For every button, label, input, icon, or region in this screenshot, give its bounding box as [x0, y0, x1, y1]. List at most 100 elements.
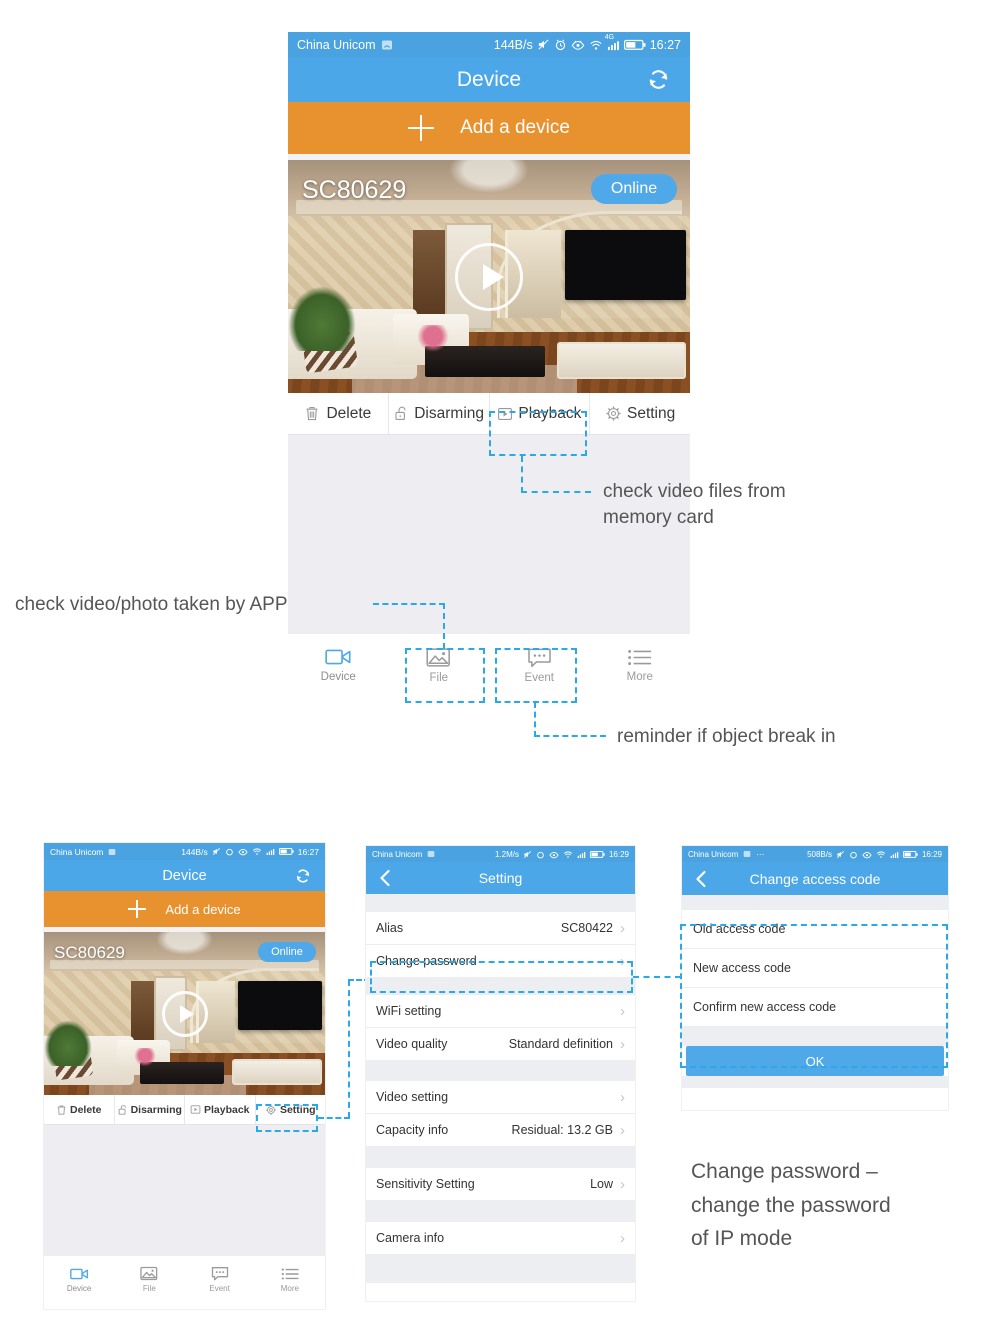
disarming-label: Disarming	[414, 404, 484, 422]
chevron-right-icon-capacity: ›	[620, 1121, 625, 1139]
list-gap-4	[366, 1201, 635, 1222]
nav-bar-4: Change access code	[682, 862, 948, 895]
tab-device-label-2: Device	[66, 1283, 92, 1293]
eye-icon-2	[238, 848, 248, 856]
status-bar: China Unicom 144B/s 4G 16:27	[288, 32, 690, 57]
video-camera-icon-2	[69, 1268, 88, 1279]
status-badge-2: Online	[258, 942, 316, 962]
carrier-label: China Unicom	[297, 37, 376, 52]
delete-label-2: Delete	[69, 1103, 102, 1116]
playback-highlight-box	[489, 411, 587, 456]
camera-preview-2[interactable]: SC80629 Online	[44, 932, 325, 1095]
trash-icon	[306, 407, 318, 421]
network-type-label: 4G	[604, 33, 615, 41]
sim-icon-4	[743, 851, 751, 857]
tab-event-label-2: Event	[209, 1284, 230, 1293]
setting-row-sensitivity[interactable]: Sensitivity Setting Low ›	[366, 1168, 635, 1201]
page-title-2: Device	[162, 867, 207, 884]
page-title-3: Setting	[478, 870, 523, 886]
status-bar-2: China Unicom 144B/s 16:27	[44, 843, 325, 860]
setting-row-wifi-label: WiFi setting	[376, 1004, 442, 1018]
bottom-tab-bar: Device File Event More	[288, 633, 690, 691]
setting-row-video-quality[interactable]: Video quality Standard definition ›	[366, 1028, 635, 1061]
delete-label: Delete	[326, 404, 372, 422]
tab-more[interactable]: More	[590, 639, 691, 691]
chevron-right-icon-alias: ›	[620, 919, 625, 937]
device-name-label-2: SC80629	[54, 943, 125, 962]
play-box-icon-2	[190, 1105, 201, 1114]
tab-event-2[interactable]: Event	[185, 1260, 255, 1299]
camera-preview[interactable]: SC80629 Online	[288, 160, 690, 393]
delete-button[interactable]: Delete	[288, 393, 389, 434]
ellipsis-icon: ⋯	[756, 849, 766, 859]
setting-row-video-setting[interactable]: Video setting ›	[366, 1081, 635, 1114]
playback-leader-horizontal	[521, 491, 591, 493]
setting-label: Setting	[626, 404, 676, 422]
mute-icon-4	[836, 850, 845, 858]
refresh-icon-2[interactable]	[295, 868, 311, 884]
tab-more-2[interactable]: More	[255, 1260, 325, 1299]
chevron-right-icon-camerainfo: ›	[620, 1229, 625, 1247]
video-camera-icon	[325, 649, 351, 665]
playback-leader-vertical	[521, 456, 523, 493]
event-leader-vertical	[534, 702, 536, 737]
setting-row-video-setting-label: Video setting	[376, 1090, 449, 1104]
add-device-label: Add a device	[460, 117, 570, 138]
setting-row-wifi[interactable]: WiFi setting ›	[366, 995, 635, 1028]
list-gap-2	[366, 1061, 635, 1081]
list-gap-5	[366, 1255, 635, 1283]
chevron-left-icon[interactable]	[378, 869, 392, 887]
add-device-button[interactable]: Add a device	[288, 102, 690, 154]
clock-label: 16:27	[649, 37, 681, 52]
eye-icon-3	[549, 851, 559, 858]
access-list-gap-0	[682, 895, 948, 910]
add-device-button-2[interactable]: Add a device	[44, 891, 325, 927]
setting-row-alias[interactable]: Alias SC80422 ›	[366, 912, 635, 945]
access-code-fields-highlight-box	[680, 924, 948, 1068]
play-icon[interactable]	[455, 242, 523, 311]
tab-device[interactable]: Device	[288, 639, 389, 691]
setting-highlight-box	[256, 1104, 318, 1132]
setting-row-alias-label: Alias	[376, 921, 404, 935]
tab-file-2[interactable]: File	[114, 1260, 184, 1299]
file-leader-vertical	[443, 603, 445, 649]
battery-icon-2	[278, 847, 294, 855]
access-list-gap-2	[682, 1076, 948, 1088]
playback-label-2: Playback	[203, 1103, 250, 1116]
chat-bubble-icon-2	[211, 1267, 228, 1281]
trash-icon-2	[57, 1104, 66, 1115]
tab-device-2[interactable]: Device	[44, 1260, 114, 1299]
disarming-label-2: Disarming	[130, 1103, 182, 1116]
wifi-icon	[590, 40, 602, 50]
list-icon-2	[281, 1267, 299, 1280]
disarming-button[interactable]: Disarming	[389, 393, 490, 434]
setting-row-camera-info[interactable]: Camera info ›	[366, 1222, 635, 1255]
play-icon-2[interactable]	[161, 990, 208, 1037]
chevron-left-icon-2[interactable]	[694, 870, 708, 888]
delete-button-2[interactable]: Delete	[44, 1095, 115, 1124]
carrier-label-2: China Unicom	[50, 846, 104, 857]
event-tab-highlight-box	[495, 648, 577, 703]
alarm-icon-2	[225, 848, 233, 856]
file-tab-highlight-box	[405, 648, 485, 703]
setting-row-capacity[interactable]: Capacity info Residual: 13.2 GB ›	[366, 1114, 635, 1147]
list-gap-0	[366, 894, 635, 912]
list-icon	[628, 649, 652, 665]
device-name-label: SC80629	[302, 176, 407, 204]
nav-bar-2: Device	[44, 860, 325, 891]
refresh-icon[interactable]	[647, 68, 670, 91]
annotation-change-password: Change password – change the password of…	[691, 1160, 891, 1251]
wifi-icon-2	[252, 848, 261, 855]
disarming-button-2[interactable]: Disarming	[115, 1095, 185, 1124]
sim-icon-3	[427, 851, 435, 857]
chevron-right-icon-quality: ›	[620, 1035, 625, 1053]
unlock-icon-2	[118, 1104, 126, 1115]
playback-button-2[interactable]: Playback	[185, 1095, 256, 1124]
nav-bar-3: Setting	[366, 862, 635, 894]
net-speed-label-4: 508B/s	[807, 849, 832, 859]
page-title-4: Change access code	[749, 870, 881, 887]
wifi-icon-4	[876, 850, 886, 858]
setting-row-capacity-label: Capacity info	[376, 1123, 449, 1137]
battery-icon-4	[902, 850, 918, 858]
setting-button[interactable]: Setting	[590, 393, 690, 434]
